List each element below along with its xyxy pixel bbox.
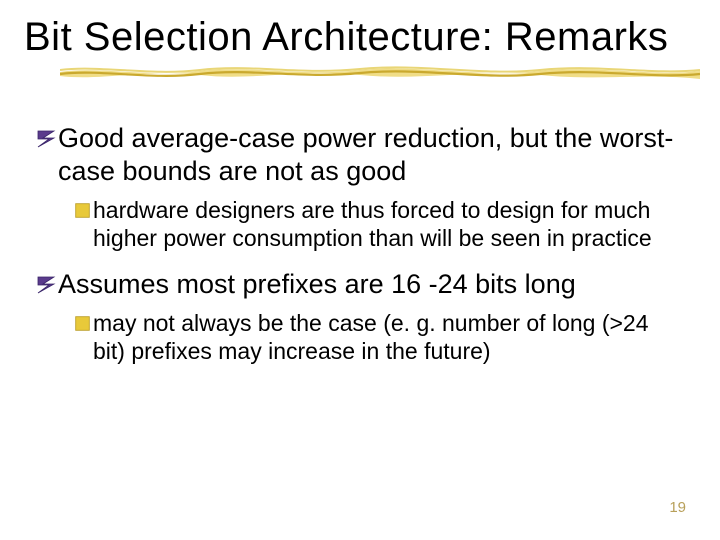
slide-body: Good average-case power reduction, but t…	[24, 122, 696, 365]
bullet-text: hardware designers are thus forced to de…	[93, 196, 670, 252]
z-bullet-icon	[36, 275, 56, 295]
bullet-level1: Good average-case power reduction, but t…	[36, 122, 678, 188]
page-number: 19	[669, 499, 686, 516]
bullet-level2: hardware designers are thus forced to de…	[74, 196, 678, 252]
bullet-text: may not always be the case (e. g. number…	[93, 309, 670, 365]
z-bullet-icon	[36, 129, 56, 149]
title-underline	[24, 63, 696, 86]
bullet-text: Good average-case power reduction, but t…	[58, 122, 678, 188]
bullet-text: Assumes most prefixes are 16 -24 bits lo…	[58, 268, 678, 301]
slide-title: Bit Selection Architecture: Remarks	[24, 16, 696, 59]
bullet-level1: Assumes most prefixes are 16 -24 bits lo…	[36, 268, 678, 301]
y-bullet-icon	[74, 202, 91, 219]
bullet-level2: may not always be the case (e. g. number…	[74, 309, 678, 365]
y-bullet-icon	[74, 315, 91, 332]
